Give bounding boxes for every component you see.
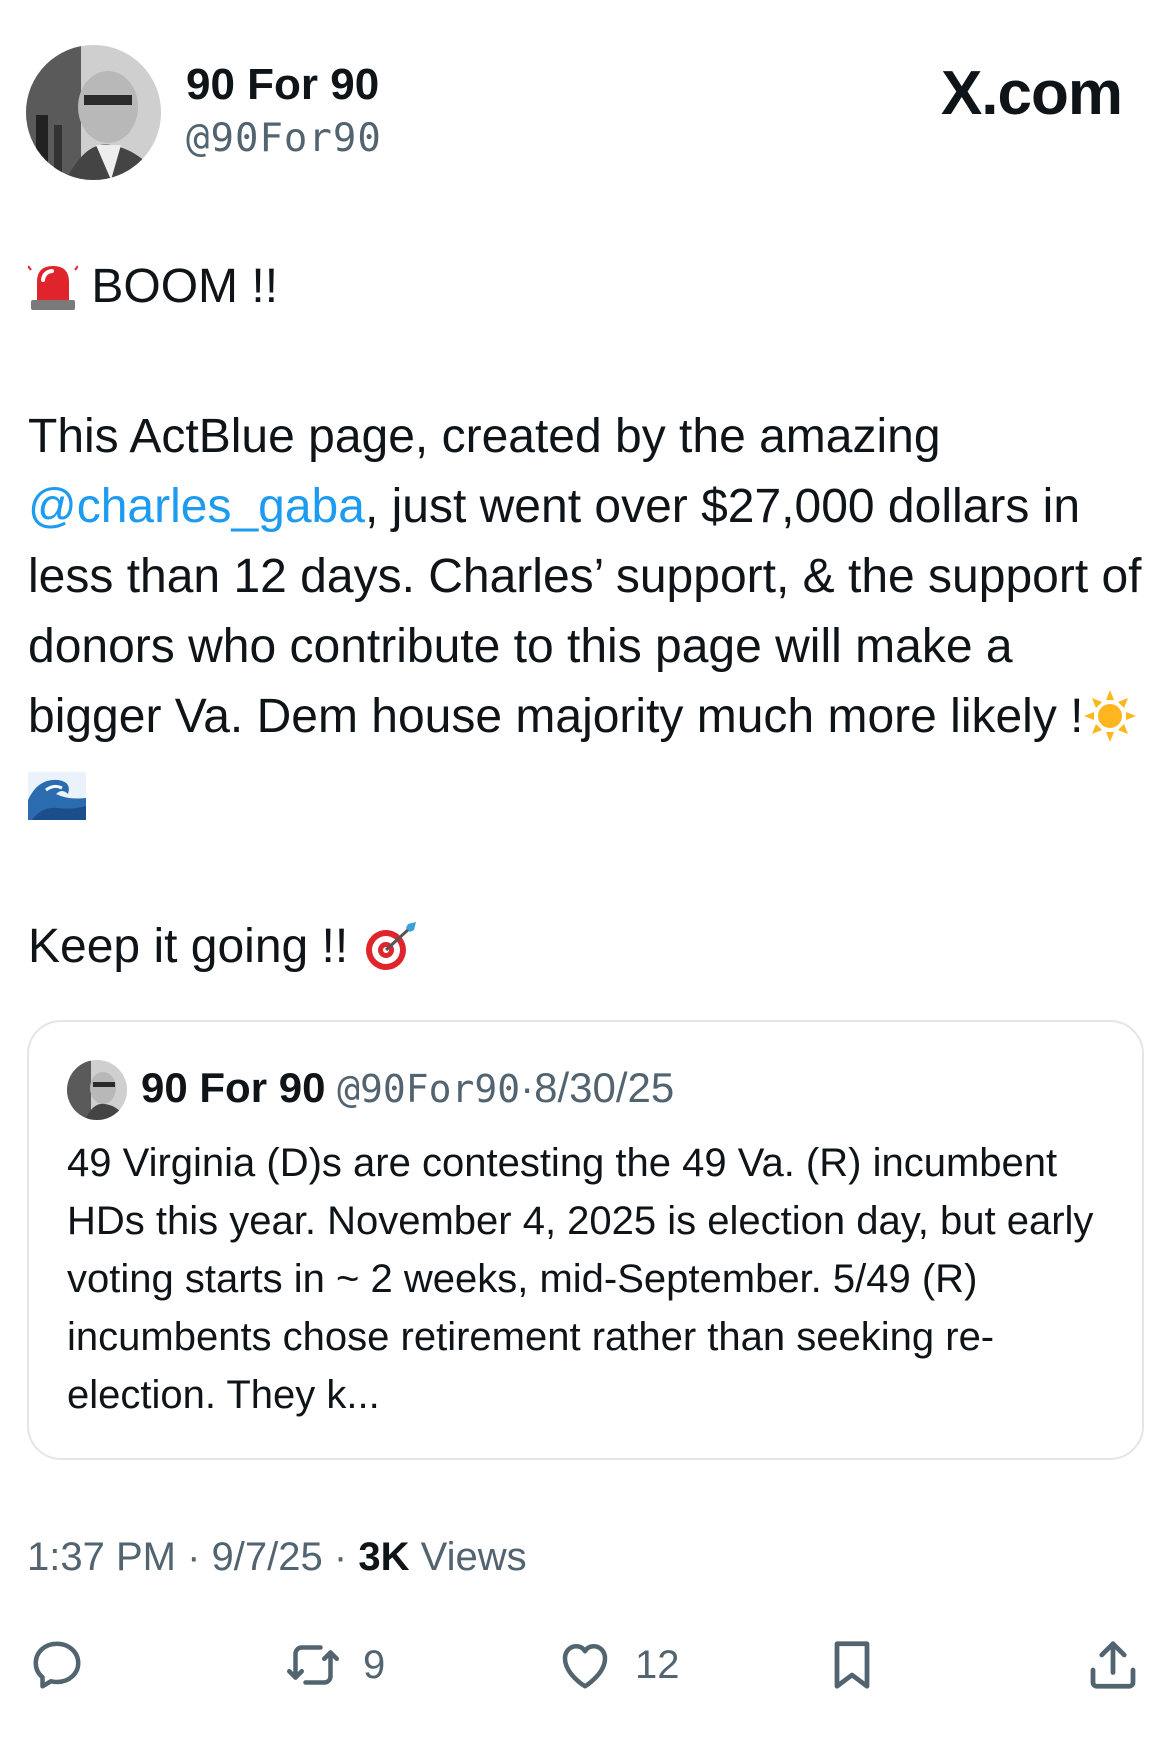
tweet-closing: Keep it going !!	[28, 920, 349, 973]
action-bar: 9 12	[0, 1630, 1170, 1700]
views-label: Views	[420, 1535, 527, 1579]
meta-separator: ·	[187, 1535, 201, 1579]
tweet-paragraph: This ActBlue page, created by the amazin…	[28, 402, 1148, 842]
tweet-headline: BOOM !!	[91, 260, 279, 313]
repost-icon	[287, 1645, 339, 1685]
tweet-time[interactable]: 1:37 PM	[27, 1535, 176, 1579]
dart-target-icon	[362, 920, 418, 992]
tweet-headline-line: BOOM !!	[27, 252, 1148, 332]
avatar-photo-icon	[26, 45, 161, 180]
tweet-date[interactable]: 9/7/25	[212, 1535, 323, 1579]
wave-icon	[28, 770, 86, 842]
quoted-tweet[interactable]: 90 For 90 @90For90·8/30/25 49 Virginia (…	[27, 1020, 1144, 1460]
tweet-text: BOOM !! This ActBlue page, created by th…	[27, 252, 1148, 992]
quoted-author-name: 90 For 90	[141, 1064, 326, 1111]
tweet-paragraph-before: This ActBlue page, created by the amazin…	[28, 410, 941, 463]
sun-icon	[1083, 690, 1136, 762]
tweet-closing-line: Keep it going !!	[28, 912, 1148, 992]
quoted-author-avatar	[67, 1060, 127, 1120]
quoted-tweet-text: 49 Virginia (D)s are contesting the 49 V…	[67, 1141, 1094, 1417]
repost-count: 9	[363, 1642, 386, 1687]
quoted-date: 8/30/25	[534, 1064, 675, 1111]
bookmark-button[interactable]	[822, 1630, 882, 1700]
avatar-photo-icon	[67, 1060, 127, 1120]
author-handle[interactable]: @90For90	[186, 116, 382, 161]
reply-icon	[33, 1641, 81, 1689]
quoted-tweet-header: 90 For 90 @90For90·8/30/25	[141, 1064, 674, 1112]
views-count: 3K	[358, 1535, 410, 1579]
mention-link[interactable]: @charles_gaba	[28, 480, 365, 533]
meta-separator: ·	[333, 1535, 348, 1579]
bookmark-icon	[834, 1641, 870, 1689]
author-name[interactable]: 90 For 90	[186, 60, 379, 110]
tweet-metadata: 1:37 PM · 9/7/25 · 3K Views	[27, 1535, 527, 1580]
author-avatar[interactable]	[26, 45, 161, 180]
like-count: 12	[635, 1642, 680, 1687]
brand-label: X.com	[940, 59, 1123, 128]
like-button[interactable]: 12	[555, 1630, 680, 1700]
share-icon	[1090, 1641, 1136, 1689]
quoted-separator: ·	[520, 1064, 535, 1111]
share-button[interactable]	[1083, 1630, 1143, 1700]
police-light-icon	[27, 260, 79, 332]
heart-icon	[562, 1644, 608, 1689]
repost-button[interactable]: 9	[283, 1630, 385, 1700]
quoted-author-handle: @90For90	[337, 1067, 521, 1111]
reply-button[interactable]	[27, 1630, 87, 1700]
